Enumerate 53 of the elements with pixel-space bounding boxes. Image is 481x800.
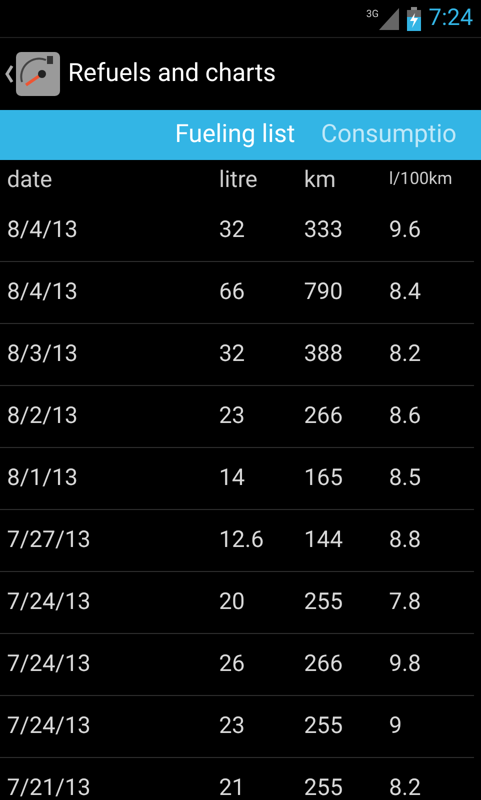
table-cell: 7/24/13 [7, 588, 91, 616]
table-cell: 32 [219, 216, 245, 244]
column-header: km [304, 166, 336, 193]
table-cell: 20 [219, 588, 245, 616]
table-cell: 8.2 [389, 774, 421, 800]
table-cell: 21 [219, 774, 245, 800]
table-cell: 7/24/13 [7, 650, 91, 678]
table-cell: 8.6 [389, 402, 421, 430]
table-cell: 8/2/13 [7, 402, 78, 430]
app-title: Refuels and charts [68, 58, 276, 90]
table-cell: 8/4/13 [7, 216, 78, 244]
clock: 7:24 [428, 3, 473, 34]
table-cell: 9.6 [389, 216, 421, 244]
table-cell: 14 [219, 464, 245, 492]
table-cell: 32 [219, 340, 245, 368]
table-cell: 66 [219, 278, 245, 306]
table-cell: 266 [304, 402, 343, 430]
tab[interactable]: Consumptio [321, 116, 457, 154]
table-cell: 8/4/13 [7, 278, 78, 306]
table-cell: 266 [304, 650, 343, 678]
table-cell: 8.4 [389, 278, 421, 306]
network-label: 3G [366, 10, 379, 20]
table-cell: 8.8 [389, 526, 421, 554]
table-cell: 9.8 [389, 650, 421, 678]
table-cell: 333 [304, 216, 343, 244]
table-cell: 255 [304, 774, 343, 800]
table-cell: 255 [304, 588, 343, 616]
table-cell: 23 [219, 712, 245, 740]
table-cell: 7.8 [389, 588, 421, 616]
column-header: date [7, 166, 52, 193]
table-cell: 144 [304, 526, 343, 554]
table-cell: 8.2 [389, 340, 421, 368]
column-header: litre [219, 166, 258, 193]
table-cell: 23 [219, 402, 245, 430]
column-header: l/100km [389, 169, 452, 190]
table-cell: 7/21/13 [7, 774, 91, 800]
table-cell: 26 [219, 650, 245, 678]
table-cell: 790 [304, 278, 343, 306]
table-cell: 255 [304, 712, 343, 740]
battery-charging-icon [406, 6, 421, 30]
fuel-gauge-icon[interactable] [16, 52, 60, 96]
table-cell: 9 [389, 712, 402, 740]
signal-icon [378, 8, 399, 30]
table-cell: 8/3/13 [7, 340, 78, 368]
table-cell: 165 [304, 464, 343, 492]
table-cell: 388 [304, 340, 343, 368]
table-cell: 7/27/13 [7, 526, 91, 554]
table-cell: 12.6 [219, 526, 264, 554]
tab[interactable]: Fueling list [175, 116, 296, 154]
table-cell: 8.5 [389, 464, 421, 492]
table-cell: 7/24/13 [7, 712, 91, 740]
back-caret-icon[interactable] [4, 64, 14, 84]
table-cell: 8/1/13 [7, 464, 78, 492]
